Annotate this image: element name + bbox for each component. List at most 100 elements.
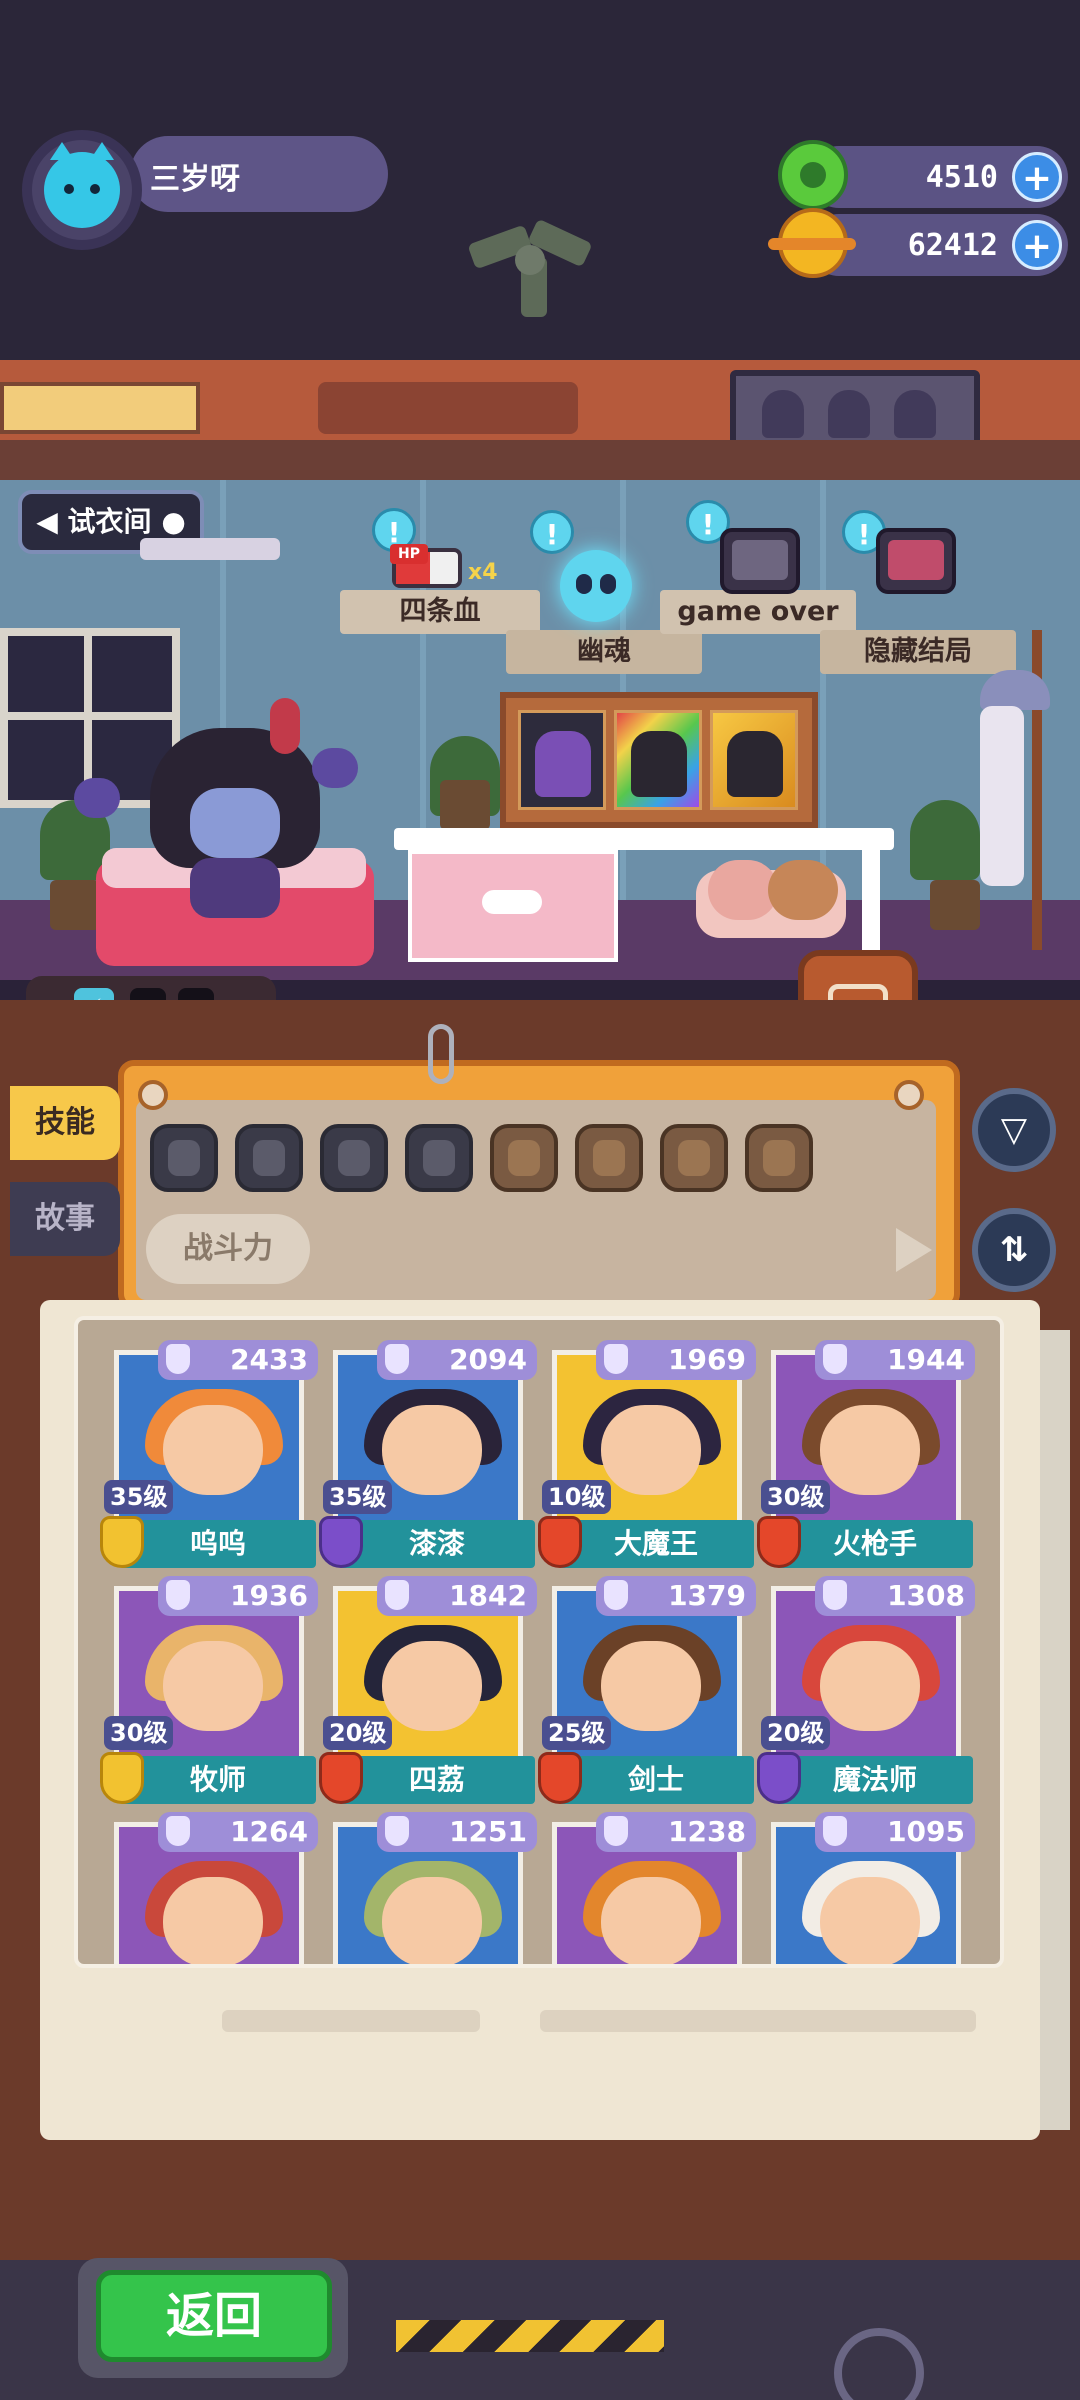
rarity-badge-icon (319, 1752, 363, 1804)
power-value: 1251 (377, 1812, 537, 1852)
chevron-right-icon[interactable] (896, 1228, 932, 1272)
unlock-label-hp[interactable]: 四条血 (340, 592, 540, 632)
bell-icon[interactable] (235, 1124, 303, 1192)
dot-icon: ● (161, 505, 186, 538)
fingerprint-icon[interactable] (745, 1124, 813, 1192)
hero-card[interactable]: 1842 20级 四荔 (319, 1576, 537, 1804)
face-icon[interactable] (575, 1124, 643, 1192)
player-name: 三岁呀 (150, 162, 240, 197)
unlock-label-gameover[interactable]: game over (660, 592, 856, 632)
power-icon (385, 1816, 409, 1846)
power-icon (604, 1816, 628, 1846)
donut-icon (778, 140, 848, 210)
paw-icon[interactable] (490, 1124, 558, 1192)
costume-slot[interactable] (614, 710, 702, 810)
power-icon (604, 1344, 628, 1374)
add-donut-button[interactable]: + (1012, 152, 1062, 202)
power-icon (166, 1344, 190, 1374)
hero-card[interactable]: 1969 10级 大魔王 (538, 1340, 756, 1568)
muscle-icon[interactable] (660, 1124, 728, 1192)
chevron-left-icon: ◀ (36, 505, 58, 538)
costume-slot[interactable] (710, 710, 798, 810)
rarity-badge-icon (538, 1516, 582, 1568)
coat (980, 706, 1024, 886)
tv-icon (876, 528, 956, 594)
costume-slot[interactable] (518, 710, 606, 810)
player-avatar[interactable] (22, 130, 142, 250)
tab-skills[interactable]: 技能 (10, 1086, 120, 1160)
power-value: 1944 (815, 1340, 975, 1380)
player-name-bar[interactable]: 三岁呀 (130, 136, 388, 212)
hero-name: 火枪手 (777, 1520, 973, 1568)
hero-card[interactable]: 1095 (757, 1812, 975, 1964)
unlock-label-ghost[interactable]: 幽魂 (506, 632, 702, 672)
rarity-badge-icon (757, 1516, 801, 1568)
hint-icon[interactable]: ! (530, 510, 574, 554)
paper-clip-icon (428, 1024, 454, 1084)
power-value: 1264 (158, 1812, 318, 1852)
ghost-skull-icon (560, 550, 632, 622)
level-badge: 30级 (761, 1480, 831, 1514)
power-icon (385, 1344, 409, 1374)
power-value: 1379 (596, 1576, 756, 1616)
level-badge: 25级 (542, 1716, 612, 1750)
rarity-badge-icon (100, 1516, 144, 1568)
hero-name: 牧师 (120, 1756, 316, 1804)
sort-arrows-icon[interactable]: ⇅ (972, 1208, 1056, 1292)
hero-character[interactable] (150, 698, 320, 918)
power-value: 2433 (158, 1340, 318, 1380)
power-icon (823, 1816, 847, 1846)
level-badge: 30级 (104, 1716, 174, 1750)
hero-name: 漆漆 (339, 1520, 535, 1568)
unlock-label-ending[interactable]: 隐藏结局 (820, 632, 1016, 672)
hero-name: 四荔 (339, 1756, 535, 1804)
power-value: 1238 (596, 1812, 756, 1852)
hero-card[interactable]: 2433 35级 呜呜 (100, 1340, 318, 1568)
level-badge: 20级 (323, 1716, 393, 1750)
power-value: 1095 (815, 1812, 975, 1852)
filter-funnel-icon[interactable]: ▽ (972, 1088, 1056, 1172)
power-icon (823, 1344, 847, 1374)
add-planet-button[interactable]: + (1012, 220, 1062, 270)
tombstone-tv-icon (720, 528, 800, 594)
rarity-badge-icon (538, 1752, 582, 1804)
hero-card[interactable]: 1251 (319, 1812, 537, 1964)
hp-multiplier: x4 (468, 560, 498, 585)
hero-name: 呜呜 (120, 1520, 316, 1568)
pet (768, 860, 838, 920)
planet-amount: 62412 (907, 228, 998, 263)
donut-amount: 4510 (925, 160, 998, 195)
hero-card[interactable]: 2094 35级 漆漆 (319, 1340, 537, 1568)
hero-name: 魔法师 (777, 1756, 973, 1804)
ghost-icon (894, 390, 936, 438)
hero-card[interactable]: 1238 (538, 1812, 756, 1964)
sort-by-power-button[interactable]: 战斗力 (146, 1214, 310, 1284)
shelf-panel (0, 382, 200, 434)
hp-tag: HP (390, 544, 428, 564)
heart-icon[interactable] (150, 1124, 218, 1192)
planet-icon (768, 208, 856, 278)
anchor-icon[interactable] (405, 1124, 473, 1192)
bone-drawer (408, 850, 618, 962)
donut-currency: 4510 + (778, 140, 1068, 210)
hero-name: 剑士 (558, 1756, 754, 1804)
costume-frame (500, 692, 818, 828)
rarity-badge-icon (319, 1516, 363, 1568)
rarity-badge-icon (100, 1752, 144, 1804)
planet-currency: 62412 + (768, 208, 1068, 278)
hero-card[interactable]: 1944 30级火枪手 (757, 1340, 975, 1568)
hero-card[interactable]: 1936 30级 牧师 (100, 1576, 318, 1804)
shield-icon[interactable] (320, 1124, 388, 1192)
tab-story[interactable]: 故事 (10, 1182, 120, 1256)
ceiling-fan (467, 200, 593, 320)
level-badge: 20级 (761, 1716, 831, 1750)
level-badge: 10级 (542, 1480, 612, 1514)
hero-card[interactable]: 1264 (100, 1812, 318, 1964)
back-button[interactable]: 返回 (96, 2270, 332, 2362)
hero-card[interactable]: 1379 25级剑士 (538, 1576, 756, 1804)
power-icon (604, 1580, 628, 1610)
power-value: 1969 (596, 1340, 756, 1380)
hero-card[interactable]: 1308 20级 魔法师 (757, 1576, 975, 1804)
power-icon (166, 1580, 190, 1610)
wall-lamp (140, 538, 280, 560)
